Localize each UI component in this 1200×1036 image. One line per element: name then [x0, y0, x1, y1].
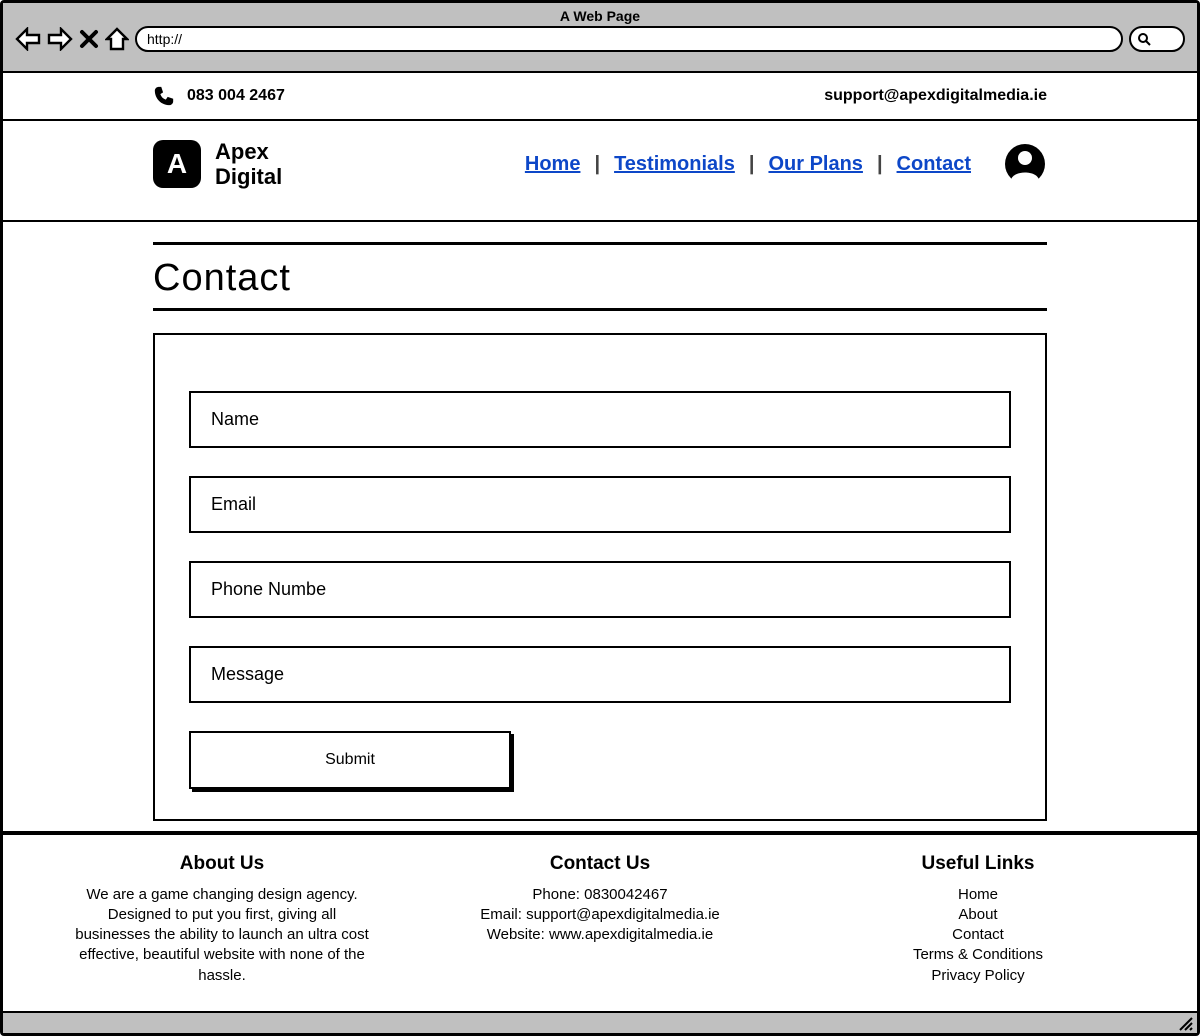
browser-chrome-top: A Web Page [3, 3, 1197, 73]
footer-links: Useful Links Home About Contact Terms & … [828, 853, 1128, 986]
back-icon[interactable] [15, 27, 41, 51]
footer-about-title: About Us [72, 853, 372, 875]
footer-link-terms[interactable]: Terms & Conditions [828, 945, 1128, 965]
main-navbar: A Apex Digital Home | Testimonials | Our… [3, 121, 1197, 222]
forward-icon[interactable] [47, 27, 73, 51]
url-input[interactable] [135, 26, 1123, 52]
nav-testimonials[interactable]: Testimonials [600, 153, 749, 176]
page-title: Contact [153, 249, 1047, 306]
search-pill[interactable] [1129, 26, 1185, 52]
contact-info-bar: 083 004 2467 support@apexdigitalmedia.ie [3, 73, 1197, 121]
contact-form: Submit [153, 333, 1047, 821]
home-icon[interactable] [105, 27, 129, 51]
heading-rule-top [153, 242, 1047, 245]
footer: About Us We are a game changing design a… [3, 833, 1197, 996]
account-icon[interactable] [1003, 142, 1047, 186]
topbar-phone: 083 004 2467 [187, 87, 285, 105]
name-field[interactable] [189, 391, 1011, 448]
browser-chrome-bottom [3, 1011, 1197, 1033]
brand[interactable]: A Apex Digital [153, 139, 282, 190]
nav-contact[interactable]: Contact [883, 153, 985, 176]
close-icon[interactable] [79, 29, 99, 49]
browser-window-frame: A Web Page 083 004 2467 support@apexdigi… [0, 0, 1200, 1036]
nav-home[interactable]: Home [511, 153, 595, 176]
footer-link-home[interactable]: Home [828, 885, 1128, 905]
footer-link-contact[interactable]: Contact [828, 925, 1128, 945]
heading-rule-bottom [153, 308, 1047, 311]
message-field[interactable] [189, 646, 1011, 703]
submit-button[interactable]: Submit [189, 731, 511, 789]
nav-our-plans[interactable]: Our Plans [754, 153, 876, 176]
phone-icon [153, 85, 175, 107]
footer-about-text: We are a game changing design agency. De… [72, 885, 372, 986]
footer-contact-website: Website: www.apexdigitalmedia.ie [450, 925, 750, 945]
page-viewport: 083 004 2467 support@apexdigitalmedia.ie… [3, 73, 1197, 833]
brand-text: Apex Digital [215, 139, 282, 190]
browser-title: A Web Page [3, 3, 1197, 24]
email-field[interactable] [189, 476, 1011, 533]
footer-contact-title: Contact Us [450, 853, 750, 875]
footer-contact-email: Email: support@apexdigitalmedia.ie [450, 905, 750, 925]
topbar-email[interactable]: support@apexdigitalmedia.ie [824, 87, 1047, 104]
search-icon [1137, 32, 1151, 46]
nav-links: Home | Testimonials | Our Plans | Contac… [511, 153, 985, 176]
footer-link-about[interactable]: About [828, 905, 1128, 925]
resize-handle-icon[interactable] [1177, 1015, 1193, 1031]
footer-contact: Contact Us Phone: 0830042467 Email: supp… [450, 853, 750, 986]
footer-links-title: Useful Links [828, 853, 1128, 875]
footer-contact-phone: Phone: 0830042467 [450, 885, 750, 905]
footer-about: About Us We are a game changing design a… [72, 853, 372, 986]
logo-icon: A [153, 140, 201, 188]
phone-field[interactable] [189, 561, 1011, 618]
footer-link-privacy[interactable]: Privacy Policy [828, 966, 1128, 986]
